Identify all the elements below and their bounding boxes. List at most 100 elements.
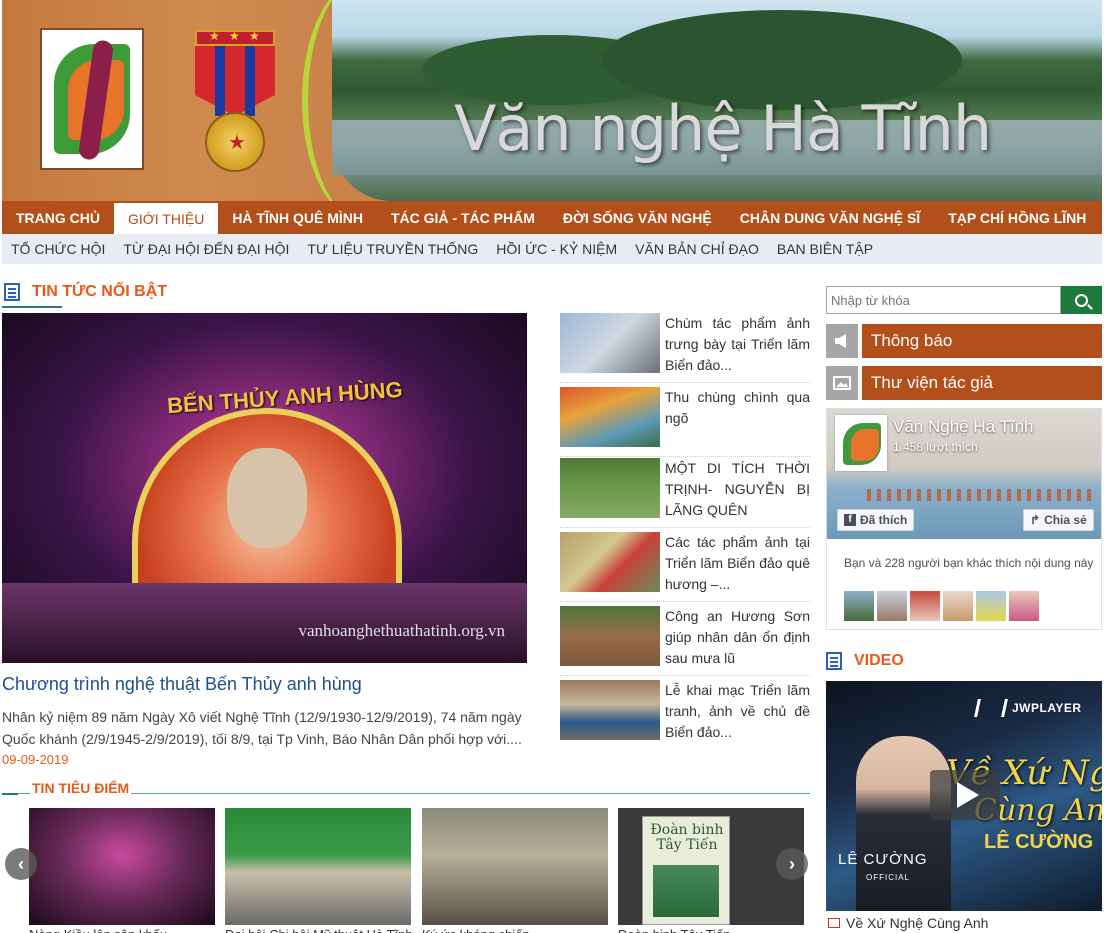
featured-summary: Nhân kỷ niệm 89 năm Ngày Xô viết Nghệ Tĩ… [2,709,522,747]
facebook-share-label: Chia sẻ [1044,513,1087,527]
header-banner: ★ ★ ★ ★ Văn nghệ Hà Tĩnh [2,0,1102,201]
sidebar-box-thu-vien[interactable]: Thư viện tác giả [826,366,1102,400]
jwplayer-brand: JWPLAYER [1012,701,1082,715]
friend-avatar[interactable] [1009,591,1039,621]
friend-avatar[interactable] [976,591,1006,621]
facebook-page-avatar[interactable] [835,415,887,471]
carousel-next-button[interactable]: › [776,848,808,880]
subnav-hoi-uc-ky-niem[interactable]: HỒI ỨC - KỶ NIỆM [487,241,626,257]
video-heading-text: VIDEO [854,652,904,669]
video-icon [828,918,840,928]
friend-avatar[interactable] [877,591,907,621]
search-input[interactable] [826,286,1061,314]
search-button[interactable] [1061,286,1102,314]
list-item[interactable]: Các tác phẩm ảnh tại Triển lãm Biển đảo … [560,532,810,602]
book-title: Đoàn binh Tây Tiến [650,822,724,853]
video-caption[interactable]: Về Xứ Nghệ Cùng Anh [828,915,988,931]
video-heading: VIDEO [826,652,904,670]
subnav-tu-lieu-truyen-thong[interactable]: TƯ LIỆU TRUYỀN THỐNG [298,241,487,257]
carousel-caption[interactable]: Đoàn binh Tây Tiến [618,927,804,933]
news-title[interactable]: Chùm tác phẩm ảnh trưng bày tại Triển lã… [665,313,810,376]
list-item[interactable]: Công an Hương Sơn giúp nhân dân ổn định … [560,606,810,676]
carousel-slide[interactable] [29,808,215,925]
megaphone-icon [826,324,858,358]
facebook-icon: f [844,514,856,526]
share-icon: ↱ [1030,513,1041,527]
nav-chan-dung-van-nghe-si[interactable]: CHÂN DUNG VĂN NGHỆ SĨ [726,201,934,234]
heading-underline [2,306,62,308]
list-item[interactable]: MỘT DI TÍCH THỜI TRỊNH- NGUYỄN BỊ LÃNG Q… [560,458,810,528]
news-title[interactable]: Công an Hương Sơn giúp nhân dân ổn định … [665,606,810,669]
list-item[interactable]: Thu chùng chình qua ngõ [560,387,810,457]
video-caption-text[interactable]: Về Xứ Nghệ Cùng Anh [846,915,988,931]
list-item[interactable]: Chùm tác phẩm ảnh trưng bày tại Triển lã… [560,313,810,383]
image-icon [826,366,858,400]
sub-nav: TỔ CHỨC HỘI TỪ ĐẠI HỘI ĐẾN ĐẠI HỘI TƯ LI… [2,234,1102,264]
document-icon [826,652,842,670]
carousel-caption[interactable]: Nàng Kiều lên sân khấu [29,927,215,933]
news-thumbnail[interactable] [560,680,660,740]
video-player[interactable]: JWPLAYER Về Xứ Nghệ Cùng Anh LÊ CƯỜNG LÊ… [826,681,1102,911]
search-form [826,286,1102,314]
video-overlay-line3: LÊ CƯỜNG [984,831,1094,853]
nav-tap-chi-hong-linh[interactable]: TẠP CHÍ HỒNG LĨNH [934,201,1100,234]
news-title[interactable]: Lễ khai mạc Triển lãm tranh, ảnh về chủ … [665,680,810,743]
sidebar-box-label[interactable]: Thư viện tác giả [862,366,1102,400]
carousel-slide[interactable] [225,808,411,925]
facebook-like-count: 1.458 lượt thích [893,440,978,454]
carousel-caption[interactable]: Ký ức kháng chiến [422,927,608,933]
featured-image[interactable]: BẾN THỦY ANH HÙNG vanhoanghethuathatinh.… [2,313,527,663]
news-title[interactable]: MỘT DI TÍCH THỜI TRỊNH- NGUYỄN BỊ LÃNG Q… [665,458,810,521]
facebook-liked-button[interactable]: f Đã thích [837,509,915,531]
carousel-slide[interactable] [422,808,608,925]
friend-avatar[interactable] [844,591,874,621]
main-nav: TRANG CHỦ GIỚI THIỆU HÀ TĨNH QUÊ MÌNH TÁ… [2,201,1102,234]
nav-gioi-thieu[interactable]: GIỚI THIỆU [114,203,219,234]
nav-ha-tinh-que-minh[interactable]: HÀ TĨNH QUÊ MÌNH [218,201,377,234]
friend-avatar[interactable] [943,591,973,621]
play-button[interactable] [930,770,1000,820]
news-thumbnail[interactable] [560,458,660,518]
featured-heading: TIN TỨC NỔI BẬT [4,283,167,301]
news-thumbnail[interactable] [560,606,660,666]
facebook-page-name[interactable]: Văn Nghệ Hà Tĩnh [893,417,1034,437]
subnav-to-chuc-hoi[interactable]: TỔ CHỨC HỘI [2,241,114,257]
facebook-liked-label: Đã thích [860,513,908,527]
friend-avatar[interactable] [910,591,940,621]
featured-title-link[interactable]: Chương trình nghệ thuật Bến Thủy anh hùn… [2,674,362,695]
site-logo[interactable] [40,28,144,170]
nav-doi-song-van-nghe[interactable]: ĐỜI SỐNG VĂN NGHỆ [549,201,726,234]
sidebar-box-thong-bao[interactable]: Thông báo [826,324,1102,358]
tieu-diem-divider-accent [2,793,18,795]
news-thumbnail[interactable] [560,387,660,447]
nav-tac-gia-tac-pham[interactable]: TÁC GIẢ - TÁC PHẨM [377,201,549,234]
featured-image-watermark: vanhoanghethuathatinh.org.vn [298,621,505,640]
document-icon [4,283,20,301]
facebook-friend-faces [844,591,1039,621]
sidebar-box-label[interactable]: Thông báo [862,324,1102,358]
news-title[interactable]: Các tác phẩm ảnh tại Triển lãm Biển đảo … [665,532,810,595]
carousel-prev-button[interactable]: ‹ [5,848,37,880]
search-icon [1075,293,1088,307]
video-official: OFFICIAL [866,873,911,882]
facebook-share-button[interactable]: ↱ Chia sẻ [1023,509,1094,531]
featured-date: 09-09-2019 [2,752,69,767]
video-thumbnail-person [856,736,951,911]
news-thumbnail[interactable] [560,532,660,592]
tieu-diem-heading: TIN TIÊU ĐIỂM [30,780,132,796]
subnav-ban-bien-tap[interactable]: BAN BIÊN TẬP [768,241,882,257]
subnav-van-ban-chi-dao[interactable]: VĂN BẢN CHỈ ĐẠO [626,241,768,257]
site-title: Văn nghệ Hà Tĩnh [454,92,992,165]
nav-trang-chu[interactable]: TRANG CHỦ [2,201,114,234]
video-artist: LÊ CƯỜNG [838,851,928,868]
subnav-tu-dai-hoi[interactable]: TỪ ĐẠI HỘI ĐẾN ĐẠI HỘI [114,241,298,257]
facebook-page-widget: Văn Nghệ Hà Tĩnh 1.458 lượt thích f Đã t… [826,408,1102,630]
list-item[interactable]: Lễ khai mạc Triển lãm tranh, ảnh về chủ … [560,680,810,750]
carousel-caption[interactable]: Đại hội Chi hội Mỹ thuật Hà Tĩnh [225,927,411,933]
featured-heading-text: TIN TỨC NỔI BẬT [32,283,168,300]
facebook-friends-text: Bạn và 228 người bạn khác thích nội dung… [844,556,1094,570]
news-title[interactable]: Thu chùng chình qua ngõ [665,387,810,429]
news-thumbnail[interactable] [560,313,660,373]
medal-emblem: ★ ★ ★ ★ [187,28,283,178]
jwplayer-logo-icon [974,699,1008,717]
